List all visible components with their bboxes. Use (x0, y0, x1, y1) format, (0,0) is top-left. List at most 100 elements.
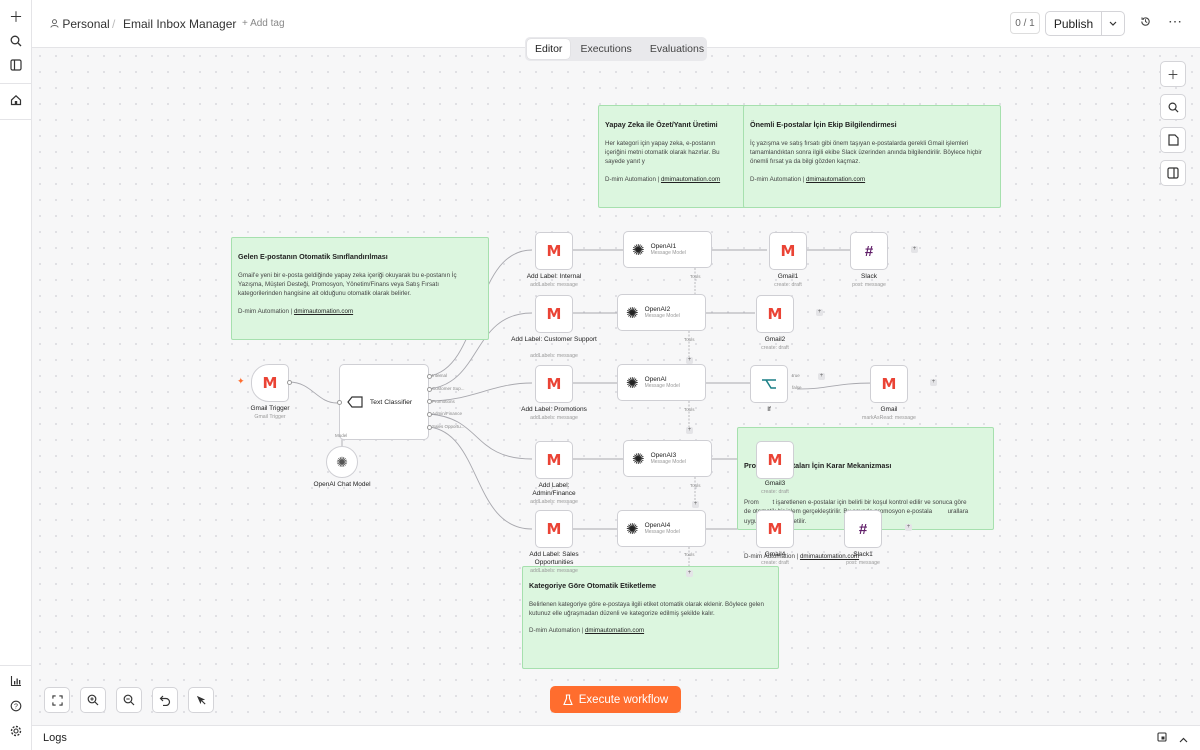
home-icon[interactable] (6, 90, 26, 110)
tab-evaluations[interactable]: Evaluations (642, 39, 712, 59)
search-nodes-icon[interactable] (1160, 94, 1186, 120)
add-label-sales-node[interactable]: M (535, 510, 573, 548)
output-port[interactable] (427, 374, 432, 379)
node-title: OpenAI2 (644, 306, 671, 313)
sticky-link[interactable]: dmimautomation.com (294, 308, 353, 315)
sticky-title: Gelen E-postanın Otomatik Sınıflandırılm… (238, 252, 388, 261)
openai3-node[interactable]: ✺ OpenAI3 Message Model (623, 440, 712, 477)
sticky-link[interactable]: dmimautomation.com (661, 176, 720, 183)
openai4-node[interactable]: ✺ OpenAI4 Message Model (617, 510, 706, 547)
workflow-name[interactable]: Email Inbox Manager (123, 17, 236, 31)
help-icon[interactable]: ? (6, 696, 26, 716)
add-node-button[interactable]: + (816, 309, 823, 316)
gmail2-node[interactable]: M (756, 295, 794, 333)
more-options-icon[interactable]: ⋯ (1168, 13, 1182, 30)
node-label: Gmail (880, 406, 898, 413)
cursor-mode-icon[interactable] (188, 687, 214, 713)
node-subtitle: addLabels: message (530, 568, 578, 574)
execute-workflow-button[interactable]: Execute workflow (550, 686, 681, 713)
add-node-button[interactable]: + (930, 379, 937, 386)
sticky-link[interactable]: dmimautomation.com (585, 627, 644, 634)
search-icon[interactable] (6, 31, 26, 51)
add-tool-button[interactable]: + (692, 501, 699, 508)
publish-button[interactable]: Publish (1045, 11, 1125, 36)
sticky-note-icon[interactable] (1160, 127, 1186, 153)
add-node-button[interactable]: + (911, 246, 918, 253)
settings-icon[interactable] (6, 721, 26, 741)
slack1-node[interactable]: # (844, 510, 882, 548)
openai2-node[interactable]: ✺ OpenAI2 Message Model (617, 294, 706, 331)
node-label: Slack1 (853, 551, 873, 558)
add-label-support-node[interactable]: M (535, 295, 573, 333)
add-label-admin-node[interactable]: M (535, 441, 573, 479)
history-icon[interactable] (1140, 16, 1151, 30)
workspace-breadcrumb[interactable]: Personal (50, 17, 110, 31)
add-tool-button[interactable]: + (686, 357, 693, 364)
sticky-note-notification[interactable]: Önemli E-postalar İçin Ekip Bilgilendirm… (743, 105, 1001, 208)
output-label: Promotions (432, 399, 455, 404)
output-label: Customer Sup... (432, 386, 465, 391)
add-tool-button[interactable]: + (686, 427, 693, 434)
text-classifier-node[interactable]: Text Classifier (339, 364, 429, 440)
node-label: Add Label: Promotions (521, 406, 587, 413)
sticky-note-labeling[interactable]: Kategoriye Göre Otomatik Etiketleme Beli… (522, 566, 779, 669)
chevron-up-icon[interactable] (1179, 734, 1188, 746)
workflow-canvas[interactable]: Gelen E-postanın Otomatik Sınıflandırılm… (32, 48, 1200, 725)
view-tabs: Editor Executions Evaluations (525, 37, 707, 61)
output-port[interactable] (287, 380, 292, 385)
gmail-icon: M (546, 241, 562, 260)
gmail3-node[interactable]: M (756, 441, 794, 479)
gmail-icon: M (767, 304, 783, 323)
zoom-in-icon[interactable] (80, 687, 106, 713)
sticky-note-summary[interactable]: Yapay Zeka ile Özet/Yanıt Üretimi Her ka… (598, 105, 748, 208)
output-port[interactable] (427, 399, 432, 404)
if-node[interactable] (750, 365, 788, 403)
plus-icon[interactable]: ＋ (6, 7, 26, 27)
add-node-button[interactable]: ＋ (1160, 61, 1186, 87)
popout-icon[interactable] (1157, 732, 1167, 745)
svg-text:?: ? (14, 704, 18, 711)
add-node-button[interactable]: + (818, 373, 825, 380)
publish-label[interactable]: Publish (1046, 12, 1102, 35)
gmail4-node[interactable]: M (756, 510, 794, 548)
logs-label: Logs (43, 732, 67, 744)
panel-icon[interactable] (6, 55, 26, 75)
sticky-signature: D-mim Automation | (750, 175, 805, 183)
node-subtitle: addLabels: message (530, 499, 578, 505)
slack-node[interactable]: # (850, 232, 888, 270)
gmail-trigger-node[interactable]: M (251, 364, 289, 402)
undo-icon[interactable] (152, 687, 178, 713)
add-label-promotions-node[interactable]: M (535, 365, 573, 403)
tab-editor[interactable]: Editor (527, 39, 571, 59)
add-tag-button[interactable]: + Add tag (242, 18, 285, 29)
input-port[interactable] (337, 400, 342, 405)
add-node-button[interactable]: + (905, 524, 912, 531)
openai-node[interactable]: ✺ OpenAI Message Model (617, 364, 706, 401)
flask-icon (562, 693, 573, 705)
tab-executions[interactable]: Executions (572, 39, 639, 59)
zoom-out-icon[interactable] (116, 687, 142, 713)
output-port[interactable] (427, 387, 432, 392)
gmail-mark-read-node[interactable]: M (870, 365, 908, 403)
node-label: Add Label: Admin/Finance (532, 482, 576, 497)
logs-panel[interactable]: Logs (32, 725, 1200, 750)
execute-label: Execute workflow (578, 693, 669, 706)
node-subtitle: markAsRead: message (862, 415, 916, 421)
chart-icon[interactable] (6, 671, 26, 691)
output-port[interactable] (427, 412, 432, 417)
sticky-link[interactable]: dmimautomation.com (806, 176, 865, 183)
gmail1-node[interactable]: M (769, 232, 807, 270)
node-subtitle: Message Model (644, 313, 680, 319)
side-panel-icon[interactable] (1160, 160, 1186, 186)
add-tool-button[interactable]: + (686, 570, 693, 577)
output-port[interactable] (427, 425, 432, 430)
fit-view-icon[interactable] (44, 687, 70, 713)
chevron-down-icon[interactable] (1102, 12, 1124, 35)
breadcrumb-separator: / (112, 17, 116, 31)
node-subtitle: addLabels: message (530, 415, 578, 421)
openai-chat-model-node[interactable]: ✺ (326, 446, 358, 478)
openai1-node[interactable]: ✺ OpenAI1 Message Model (623, 231, 712, 268)
add-label-internal-node[interactable]: M (535, 232, 573, 270)
sticky-note-classification[interactable]: Gelen E-postanın Otomatik Sınıflandırılm… (231, 237, 489, 340)
node-label: Gmail3 (764, 480, 786, 487)
